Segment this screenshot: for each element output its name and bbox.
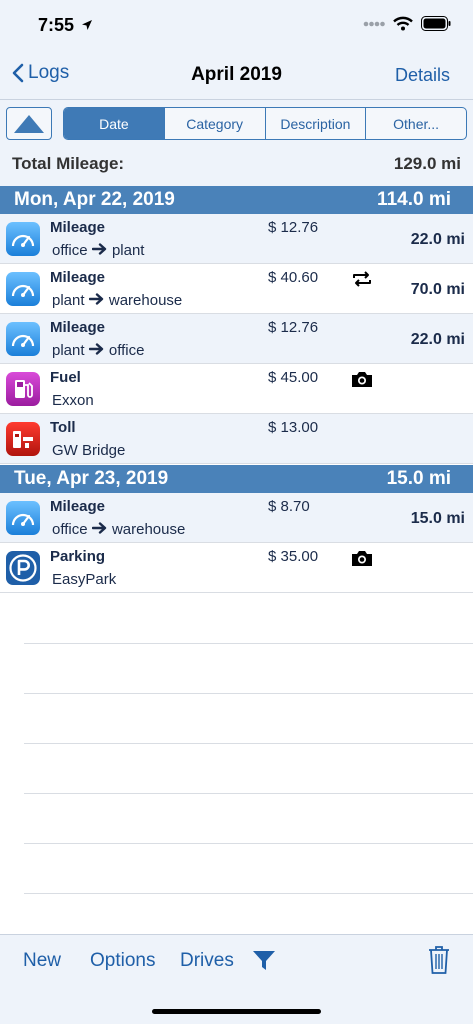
day-section-header: Mon, Apr 22, 2019 114.0 mi [0,186,473,214]
entry-amount: $ 12.76 [268,219,319,236]
entry-route: office plant [52,242,145,259]
day-date: Tue, Apr 23, 2019 [14,468,169,489]
sort-direction-button[interactable] [6,107,52,140]
empty-row-separator [24,643,473,644]
day-section-header: Tue, Apr 23, 2019 15.0 mi [0,465,473,493]
fuel-icon [6,372,40,406]
total-mileage-value: 129.0 mi [393,154,461,173]
status-bar: 7:55 [0,0,473,50]
filter-icon[interactable] [252,950,276,978]
entry-amount: $ 8.70 [268,498,310,515]
sort-controls: Date Category Description Other... [0,100,473,146]
chevron-left-icon [12,63,24,83]
empty-row-separator [24,843,473,844]
entry-type: Mileage [50,219,106,236]
mileage-icon [6,272,40,306]
parking-icon [6,551,40,585]
segment-other[interactable]: Other... [366,108,466,139]
empty-row-separator [24,793,473,794]
log-entry-row[interactable]: Mileage office plant $ 12.76 22.0 mi [0,214,473,264]
toll-icon [6,422,40,456]
mileage-icon [6,322,40,356]
battery-icon [421,16,451,31]
status-time: 7:55 [38,15,93,36]
entry-route: plant warehouse [52,292,183,309]
entry-amount: $ 35.00 [268,548,319,565]
entry-type: Mileage [50,498,106,515]
total-mileage-row: Total Mileage: 129.0 mi [0,146,473,186]
new-button[interactable]: New [23,950,61,972]
log-entry-row[interactable]: Mileage office warehouse $ 8.70 15.0 mi [0,493,473,543]
arrow-right-icon [88,343,103,355]
entry-type: Toll [50,419,76,436]
log-entry-row[interactable]: Parking EasyPark $ 35.00 [0,543,473,593]
mileage-icon [6,222,40,256]
camera-icon [350,368,374,390]
entry-distance: 70.0 mi [410,281,465,298]
options-button[interactable]: Options [90,950,155,972]
segment-category[interactable]: Category [165,108,266,139]
entry-description: GW Bridge [52,442,126,459]
entry-type: Parking [50,548,106,565]
mileage-icon [6,501,40,535]
location-arrow-icon [82,20,93,30]
entry-distance: 15.0 mi [410,510,465,527]
navigation-bar: Logs April 2019 Details [0,50,473,100]
entry-amount: $ 45.00 [268,369,319,386]
day-total-mileage: 15.0 mi [386,468,451,489]
triangle-up-icon [14,114,44,133]
status-indicators [363,16,451,31]
entry-route: plant office [52,342,145,359]
segment-description[interactable]: Description [266,108,367,139]
details-button[interactable]: Details [395,65,450,86]
entry-route: office warehouse [52,521,186,538]
entry-type: Mileage [50,319,106,336]
arrow-right-icon [91,243,106,255]
entry-type: Mileage [50,269,106,286]
entry-description: Exxon [52,392,94,409]
back-button[interactable]: Logs [12,62,69,84]
round-trip-icon [350,268,374,290]
entry-type: Fuel [50,369,81,386]
cellular-signal-icon [363,21,385,26]
home-indicator [152,1009,321,1014]
day-date: Mon, Apr 22, 2019 [14,189,175,210]
entry-distance: 22.0 mi [410,331,465,348]
wifi-icon [393,16,413,31]
entry-distance: 22.0 mi [410,231,465,248]
entry-description: EasyPark [52,571,117,588]
entry-amount: $ 12.76 [268,319,319,336]
total-mileage-label: Total Mileage: [12,154,125,173]
arrow-right-icon [91,522,106,534]
segment-date[interactable]: Date [64,108,165,139]
entry-amount: $ 13.00 [268,419,319,436]
entry-amount: $ 40.60 [268,269,319,286]
log-entry-row[interactable]: Mileage plant warehouse $ 40.60 70.0 mi [0,264,473,314]
drives-button[interactable]: Drives [180,950,234,972]
camera-icon [350,547,374,569]
grouping-segmented-control: Date Category Description Other... [63,107,467,140]
day-total-mileage: 114.0 mi [377,189,451,210]
arrow-right-icon [88,293,103,305]
log-entry-row[interactable]: Fuel Exxon $ 45.00 [0,364,473,414]
log-entry-row[interactable]: Toll GW Bridge $ 13.00 [0,414,473,464]
empty-row-separator [24,693,473,694]
back-label: Logs [28,62,70,83]
empty-row-separator [24,893,473,894]
empty-row-separator [24,743,473,744]
trash-icon[interactable] [428,945,450,981]
log-entry-row[interactable]: Mileage plant office $ 12.76 22.0 mi [0,314,473,364]
